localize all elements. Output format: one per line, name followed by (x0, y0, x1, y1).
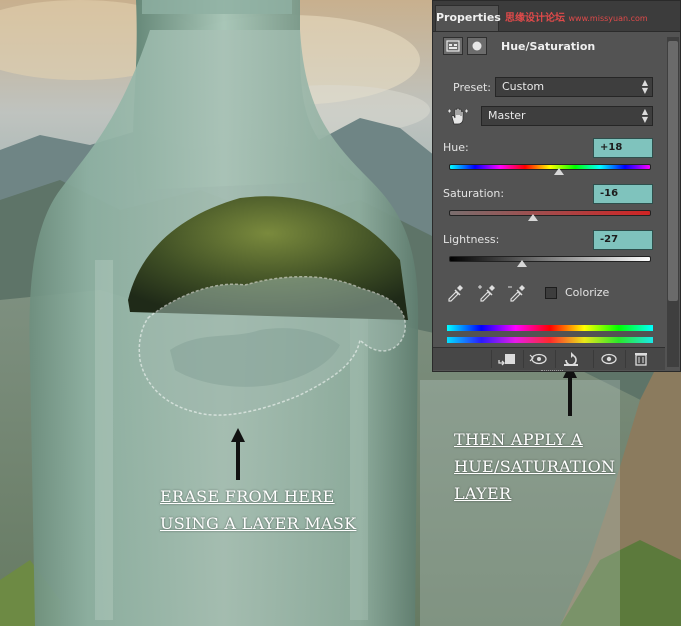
properties-panel: Properties 思缘设计论坛 www.missyuan.com Hue/S… (432, 0, 681, 372)
clip-to-layer-icon (497, 354, 515, 366)
annotation-erase-note: ERASE FROM HERE USING A LAYER MASK (160, 483, 356, 537)
annotation-line: USING A LAYER MASK (160, 514, 357, 533)
delete-button[interactable] (625, 350, 655, 368)
view-previous-button[interactable] (523, 350, 553, 368)
hue-input[interactable]: +18 (593, 138, 653, 158)
reset-icon (563, 352, 578, 366)
hue-slider-track[interactable] (449, 164, 651, 170)
preset-select[interactable]: Custom ▲ ▼ (495, 77, 653, 97)
lightness-slider-track[interactable] (449, 256, 651, 262)
adjustment-title: Hue/Saturation (501, 40, 596, 53)
panel-tabbar: Properties 思缘设计论坛 www.missyuan.com (433, 1, 680, 32)
colorize-checkbox[interactable] (545, 287, 557, 299)
chevron-updown-icon: ▲ ▼ (641, 78, 648, 95)
visibility-eye-icon (600, 353, 617, 365)
hue-label: Hue: (443, 141, 469, 154)
eyedropper-plus-icon[interactable] (477, 283, 497, 303)
eyedropper-icon[interactable] (445, 283, 465, 303)
lightness-input[interactable]: -27 (593, 230, 653, 250)
hue-spectrum-bar-bottom (447, 337, 653, 343)
saturation-input[interactable]: -16 (593, 184, 653, 204)
tab-properties[interactable]: Properties (435, 5, 501, 31)
mask-icon[interactable] (467, 37, 487, 55)
trash-icon (634, 353, 647, 366)
visibility-button[interactable] (593, 350, 623, 368)
panel-scrollbar-thumb[interactable] (668, 41, 678, 301)
view-previous-icon (529, 353, 547, 365)
adjustment-header: Hue/Saturation (443, 37, 673, 59)
target-adjust-hand-icon[interactable] (447, 105, 469, 127)
preset-value: Custom (502, 80, 545, 93)
saturation-label: Saturation: (443, 187, 505, 200)
watermark-site: www.missyuan.com (568, 14, 648, 23)
annotation-line: ERASE FROM HERE (160, 487, 335, 506)
clip-to-layer-button[interactable] (491, 350, 521, 368)
annotation-line: HUE/SATURATION (454, 457, 616, 476)
panel-scrollbar[interactable] (667, 37, 679, 367)
arrow-up-icon (231, 428, 245, 480)
panel-footer (433, 347, 665, 370)
hue-slider-thumb[interactable] (554, 168, 564, 175)
eyedropper-minus-icon[interactable] (507, 283, 527, 303)
saturation-slider-thumb[interactable] (528, 214, 538, 221)
annotation-hue-note: THEN APPLY A HUE/SATURATION LAYER (454, 426, 615, 507)
lightness-label: Lightness: (443, 233, 500, 246)
annotation-line: LAYER (454, 484, 512, 503)
chevron-updown-icon: ▲ ▼ (641, 107, 648, 124)
preset-label: Preset: (453, 81, 492, 94)
annotation-line: THEN APPLY A (454, 430, 583, 449)
adjustment-layer-icon[interactable] (443, 37, 463, 55)
hue-spectrum-bar-top (447, 325, 653, 331)
channel-select[interactable]: Master ▲ ▼ (481, 106, 653, 126)
lightness-slider-thumb[interactable] (517, 260, 527, 267)
colorize-label: Colorize (565, 286, 610, 299)
channel-value: Master (488, 109, 526, 122)
panel-resize-grip[interactable] (541, 370, 563, 373)
watermark-text: 思缘设计论坛 (505, 13, 565, 24)
watermark: 思缘设计论坛 www.missyuan.com (505, 9, 648, 24)
reset-button[interactable] (555, 350, 585, 368)
saturation-slider-track[interactable] (449, 210, 651, 216)
